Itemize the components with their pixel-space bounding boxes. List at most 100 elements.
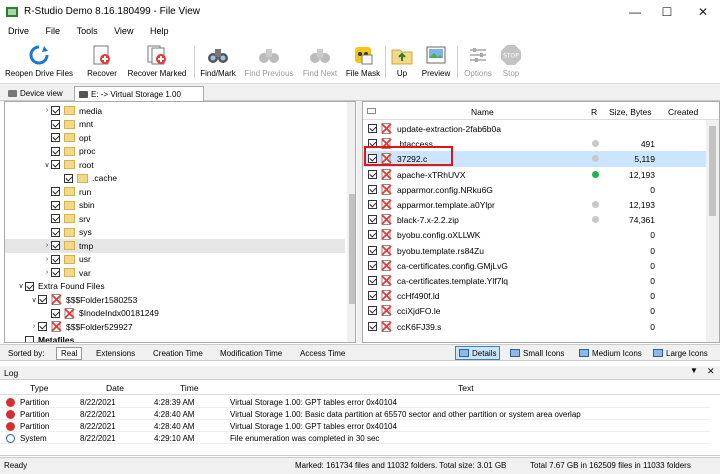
menu-file[interactable]: File — [38, 24, 61, 36]
file-row[interactable]: byobu.template.rs84Zu 0 — [363, 243, 706, 258]
tree-item[interactable]: › tmp — [5, 239, 345, 253]
view-large-icons-button[interactable]: Large Icons — [650, 346, 711, 360]
tree-item[interactable]: Metafiles — [5, 334, 345, 342]
sort-modification-time[interactable]: Modification Time — [216, 347, 286, 360]
tree-item[interactable]: opt — [5, 131, 345, 145]
file-row[interactable]: ccK6FJ39.s 0 — [363, 319, 706, 334]
tree-checkbox[interactable] — [51, 254, 60, 264]
chevron-down-icon[interactable]: ∨ — [30, 296, 38, 304]
column-name[interactable]: Name — [471, 107, 494, 117]
file-checkbox[interactable] — [368, 124, 377, 133]
file-row[interactable]: byobu.config.oXLLWK 0 — [363, 227, 706, 242]
tree-checkbox[interactable] — [25, 281, 34, 291]
file-row[interactable]: black-7.x-2.2.zip 74,361 — [363, 212, 706, 227]
tree-item[interactable]: › var — [5, 266, 345, 280]
tree-checkbox[interactable] — [51, 146, 60, 156]
sort-creation-time[interactable]: Creation Time — [149, 347, 207, 360]
file-checkbox[interactable] — [368, 215, 377, 225]
tree-item[interactable]: sbin — [5, 199, 345, 213]
maximize-button[interactable]: ☐ — [650, 0, 684, 24]
file-list-scrollbar-thumb[interactable] — [709, 126, 716, 216]
find-next-button[interactable]: Find Next — [300, 42, 340, 82]
tree-item[interactable]: proc — [5, 145, 345, 159]
file-list[interactable]: Name R Size, Bytes Created update-extrac… — [362, 101, 720, 343]
chevron-right-icon[interactable]: › — [30, 323, 38, 330]
tree-scrollbar-thumb[interactable] — [349, 194, 355, 304]
file-checkbox[interactable] — [368, 245, 377, 255]
tab-device-view[interactable]: Device view — [4, 86, 67, 101]
tree-item[interactable]: › media — [5, 104, 345, 118]
tree-checkbox[interactable] — [51, 214, 60, 224]
file-checkbox[interactable] — [368, 230, 377, 240]
close-button[interactable]: ✕ — [686, 0, 720, 24]
file-checkbox[interactable] — [368, 200, 377, 209]
options-button[interactable]: Options — [462, 42, 494, 82]
menu-help[interactable]: Help — [142, 24, 169, 36]
sort-extensions[interactable]: Extensions — [92, 347, 139, 360]
chevron-down-icon[interactable]: ∨ — [17, 282, 25, 290]
tree-checkbox[interactable] — [51, 227, 60, 237]
tree-checkbox[interactable] — [51, 133, 60, 143]
file-row[interactable]: ca-certificates.template.Ylf7lq 0 — [363, 273, 706, 288]
tree-item[interactable]: ∨ Extra Found Files — [5, 280, 345, 294]
tree-item[interactable]: mnt — [5, 118, 345, 132]
stop-button[interactable]: STOP Stop — [498, 42, 524, 82]
log-row[interactable]: Partition 8/22/2021 4:28:40 AM Virtual Stor… — [0, 408, 710, 420]
tree-checkbox[interactable] — [51, 187, 60, 197]
tree-item[interactable]: ∨ root — [5, 158, 345, 172]
tree-checkbox[interactable] — [51, 119, 60, 129]
file-row[interactable]: ccHf490f.ld 0 — [363, 288, 706, 303]
tree-checkbox[interactable] — [64, 173, 73, 183]
file-row[interactable]: apparmor.config.NRku6G 0 — [363, 182, 706, 197]
column-r[interactable]: R — [591, 107, 597, 117]
file-row[interactable]: update-extraction-2fab6b0a — [363, 121, 706, 136]
chevron-right-icon[interactable]: › — [43, 107, 51, 114]
view-medium-icons-button[interactable]: Medium Icons — [576, 346, 645, 360]
tree-checkbox[interactable] — [51, 268, 60, 278]
log-column-date[interactable]: Date — [106, 383, 124, 393]
sort-access-time[interactable]: Access Time — [296, 347, 349, 360]
tree-item[interactable]: run — [5, 185, 345, 199]
file-checkbox[interactable] — [368, 260, 377, 270]
log-close-icon[interactable]: ✕ — [707, 366, 715, 377]
tree-item[interactable]: › $$$Folder529927 — [5, 320, 345, 334]
log-table[interactable]: Type Date Time Text Partition 8/22/2021 4:… — [0, 380, 720, 456]
tree-checkbox[interactable] — [38, 295, 47, 305]
recover-marked-button[interactable]: Recover Marked — [125, 42, 189, 82]
log-pin-icon[interactable]: ▼ — [690, 366, 698, 375]
tree-checkbox[interactable] — [51, 200, 60, 210]
reopen-drive-files-button[interactable]: Reopen Drive Files — [4, 42, 74, 82]
tree-item[interactable]: sys — [5, 226, 345, 240]
file-mask-button[interactable]: File Mask — [344, 42, 382, 82]
minimize-button[interactable]: — — [618, 0, 652, 24]
column-size[interactable]: Size, Bytes — [609, 107, 652, 117]
recover-button[interactable]: Recover — [84, 42, 120, 82]
find-mark-button[interactable]: Find/Mark — [197, 42, 239, 82]
tree-checkbox[interactable] — [51, 160, 60, 170]
log-column-type[interactable]: Type — [30, 383, 48, 393]
chevron-down-icon[interactable]: ∨ — [43, 161, 51, 169]
log-row[interactable]: System 8/22/2021 4:29:10 AM File enumeratio… — [0, 432, 710, 444]
tab-virtual-storage[interactable]: E: -> Virtual Storage 1.00 — [74, 86, 204, 101]
folder-tree[interactable]: › media mnt opt proc ∨ root .cache run sbin srv sys… — [4, 101, 356, 343]
view-small-icons-button[interactable]: Small Icons — [507, 346, 567, 360]
chevron-right-icon[interactable]: › — [43, 242, 51, 249]
tree-item[interactable]: › usr — [5, 253, 345, 267]
file-checkbox[interactable] — [368, 321, 377, 331]
chevron-right-icon[interactable]: › — [43, 256, 51, 263]
preview-button[interactable]: Preview — [420, 42, 452, 82]
tree-item[interactable]: srv — [5, 212, 345, 226]
tree-checkbox[interactable] — [51, 308, 60, 318]
menu-drive[interactable]: Drive — [0, 24, 29, 36]
log-row[interactable]: Partition 8/22/2021 4:28:39 AM Virtual Stor… — [0, 396, 710, 408]
log-column-text[interactable]: Text — [458, 383, 474, 393]
file-row[interactable]: apache-xTRhUVX 12,193 — [363, 167, 706, 182]
file-checkbox[interactable] — [368, 184, 377, 194]
column-created[interactable]: Created — [668, 107, 698, 117]
chevron-right-icon[interactable]: › — [43, 269, 51, 276]
tree-checkbox[interactable] — [51, 106, 60, 116]
tree-item[interactable]: $InodeIndx00181249 — [5, 307, 345, 321]
file-row[interactable]: cciXjdFO.le 0 — [363, 303, 706, 318]
file-checkbox[interactable] — [368, 276, 377, 285]
up-button[interactable]: Up — [390, 42, 414, 82]
